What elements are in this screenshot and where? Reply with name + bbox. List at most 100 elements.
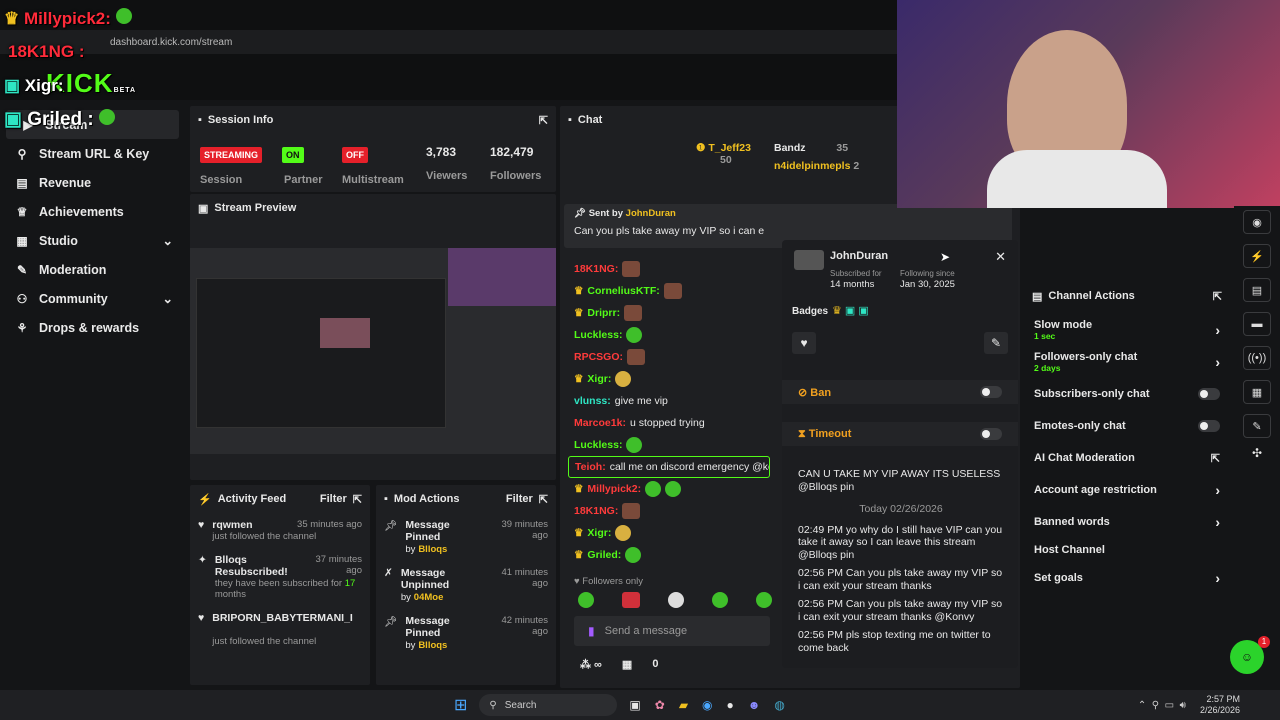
ban-toggle[interactable] bbox=[980, 386, 1002, 398]
sidebar-item-studio[interactable]: ▦ Studio ⌄ bbox=[0, 226, 185, 255]
pin-icon: 📌︎ bbox=[384, 616, 398, 628]
emote-bar bbox=[578, 592, 772, 608]
chevron-down-icon: ⌄ bbox=[162, 292, 173, 306]
emote-icon bbox=[625, 547, 642, 563]
broadcast-icon[interactable]: ((•)) bbox=[1243, 346, 1271, 370]
mute-button[interactable]: ✎ bbox=[984, 332, 1008, 354]
timeout-toggle[interactable] bbox=[980, 428, 1002, 440]
infinity-icon[interactable]: ⁂ ∞ bbox=[580, 658, 602, 671]
emote-icon[interactable] bbox=[622, 592, 640, 608]
emote-icon[interactable] bbox=[668, 592, 684, 608]
list-item: 📌︎ Message Pinned by Blloqs 39 minutes ago bbox=[384, 519, 548, 555]
steam-icon[interactable]: ◍ bbox=[774, 698, 784, 712]
list-item: ✦ Blloqs Resubscribed! 37 minutes ago they … bbox=[198, 554, 362, 600]
heart-icon: ♥ bbox=[198, 519, 205, 531]
taskbar-clock[interactable]: 2:57 PM 2/26/2026 bbox=[1200, 694, 1240, 716]
followers-count: 182,479 bbox=[490, 145, 534, 159]
discord-icon[interactable]: ☻ bbox=[748, 698, 761, 712]
sidebar-item-revenue[interactable]: ▤ Revenue bbox=[0, 168, 185, 197]
ai-chat-moderation-row[interactable]: AI Chat Moderation ⇱ bbox=[1024, 442, 1230, 474]
follow-heart-button[interactable]: ♥ bbox=[792, 332, 816, 354]
badge-icons: ♛ ▣ ▣ bbox=[832, 305, 869, 317]
browser-address-bar[interactable]: dashboard.kick.com/stream bbox=[0, 30, 900, 54]
sidebar-item-drops-rewards[interactable]: ⚘ Drops & rewards bbox=[0, 313, 185, 342]
wrench-icon[interactable]: ✎ bbox=[1243, 414, 1271, 438]
streaming-badge: STREAMING bbox=[200, 147, 262, 163]
sidebar-item-moderation[interactable]: ✎ Moderation bbox=[0, 255, 185, 284]
emote-icon bbox=[663, 283, 682, 299]
account-age-row[interactable]: Account age restriction › bbox=[1024, 474, 1230, 506]
ban-icon: ⊘ bbox=[798, 386, 808, 399]
emote-icon bbox=[99, 109, 116, 125]
chevron-down-icon: ⌄ bbox=[162, 234, 173, 248]
host-channel-row[interactable]: Host Channel bbox=[1024, 538, 1230, 562]
overlay-line-1: ♛ Millypick2: bbox=[4, 8, 132, 29]
chat-messages: 18K1NG: ♛ CorneliusKTF: ♛ Driprr: Luckless… bbox=[560, 258, 770, 566]
badges-label: Badges bbox=[792, 306, 829, 317]
revenue-icon: ▤ bbox=[16, 175, 28, 190]
set-goals-row[interactable]: Set goals › bbox=[1024, 562, 1230, 594]
sidebar-item-community[interactable]: ⚇ Community ⌄ bbox=[0, 284, 185, 313]
emotes-only-toggle[interactable] bbox=[1198, 420, 1220, 432]
list-item: ♥ rqwmen 35 minutes ago just followed the c… bbox=[198, 519, 362, 542]
document-icon[interactable]: ▤ bbox=[1243, 278, 1271, 302]
chat-message: ♛ Griled: bbox=[560, 544, 770, 566]
close-icon[interactable]: ✕ bbox=[995, 249, 1006, 265]
viewers-count: 3,783 bbox=[426, 145, 457, 159]
timeout-row[interactable]: ⧗ Timeout bbox=[782, 422, 1018, 446]
hourglass-icon: ⧗ bbox=[798, 427, 806, 440]
star-icon: ✦ bbox=[198, 554, 207, 566]
crown-icon: ♛ bbox=[4, 9, 20, 28]
camera-icon[interactable]: ◉ bbox=[1243, 210, 1271, 234]
top-gifter-1: ❶ T_Jeff23 50 bbox=[696, 142, 751, 166]
stream-preview-panel: ▣ Stream Preview bbox=[190, 194, 556, 480]
list-item: ♥ BRIPORN_BABYTERMANI_I just followed the … bbox=[198, 612, 353, 647]
copilot-icon[interactable]: ✿ bbox=[655, 698, 665, 712]
popout-icon[interactable]: ⇱ bbox=[1213, 290, 1222, 303]
chevron-right-icon: › bbox=[1215, 570, 1220, 586]
stream-preview-header: ▣ Stream Preview bbox=[198, 202, 297, 215]
chat-input[interactable]: ▮ Send a message bbox=[574, 616, 770, 646]
popout-icon[interactable]: ⇱ bbox=[539, 493, 548, 506]
mod-filter-button[interactable]: Filter bbox=[506, 493, 533, 505]
obs-icon[interactable]: ● bbox=[727, 698, 734, 712]
banned-words-row[interactable]: Banned words › bbox=[1024, 506, 1230, 538]
followers-only-row[interactable]: Followers-only chat 2 days › bbox=[1024, 346, 1230, 378]
bolt-icon[interactable]: ⚡ bbox=[1243, 244, 1271, 268]
emote-icon bbox=[665, 481, 682, 497]
calendar-icon[interactable]: ▦ bbox=[1243, 380, 1271, 404]
store-icon[interactable]: ▦ bbox=[622, 658, 632, 671]
emote-icon bbox=[626, 327, 643, 343]
emote-icon[interactable] bbox=[756, 592, 772, 608]
emote-icon[interactable] bbox=[712, 592, 728, 608]
chrome-icon[interactable]: ◉ bbox=[702, 698, 712, 712]
preview-icon: ▣ bbox=[198, 202, 209, 215]
sidebar-item-achievements[interactable]: ♕ Achievements bbox=[0, 197, 185, 226]
popout-icon[interactable]: ⇱ bbox=[353, 493, 362, 506]
emote-icon[interactable] bbox=[578, 592, 594, 608]
puzzle-icon[interactable]: ✣ bbox=[1234, 446, 1280, 460]
partner-badge: ON bbox=[282, 147, 304, 163]
chevron-right-icon: › bbox=[1215, 322, 1220, 338]
folder-icon[interactable]: ▰ bbox=[679, 698, 688, 712]
subscribers-only-toggle[interactable] bbox=[1198, 388, 1220, 400]
taskbar-search[interactable]: ⚲ Search bbox=[479, 694, 618, 716]
popout-icon[interactable]: ⇱ bbox=[539, 114, 548, 127]
wrench-icon: ✎ bbox=[16, 262, 28, 277]
activity-filter-button[interactable]: Filter bbox=[320, 493, 347, 505]
ban-row[interactable]: ⊘ Ban bbox=[782, 380, 1018, 404]
chat-bubble-icon[interactable]: ▬ bbox=[1243, 312, 1271, 336]
activity-feed-panel: ⚡ Activity Feed Filter ⇱ ♥ rqwmen 35 minutes … bbox=[190, 485, 370, 685]
windows-start-icon[interactable]: ⊞ bbox=[454, 695, 467, 715]
activity-feed-header: ⚡ Activity Feed Filter ⇱ bbox=[198, 493, 362, 506]
sidebar-item-stream-url-key[interactable]: ⚲ Stream URL & Key bbox=[0, 139, 185, 168]
stream-preview-video[interactable] bbox=[190, 248, 556, 454]
unpin-icon: ✗ bbox=[384, 567, 393, 579]
chat-message-highlighted: Teioh: call me on discord emergency @kon bbox=[568, 456, 770, 478]
chat-message: 18K1NG: bbox=[560, 258, 770, 280]
tray-icons[interactable]: ⌃ ⚲ ▭ 🔊︎ bbox=[1138, 700, 1186, 711]
badge-icon: ▣ bbox=[4, 109, 22, 130]
chevron-right-icon: › bbox=[1215, 354, 1220, 370]
task-view-icon[interactable]: ▣ bbox=[629, 698, 640, 712]
slow-mode-row[interactable]: Slow mode 1 sec › bbox=[1024, 314, 1230, 346]
